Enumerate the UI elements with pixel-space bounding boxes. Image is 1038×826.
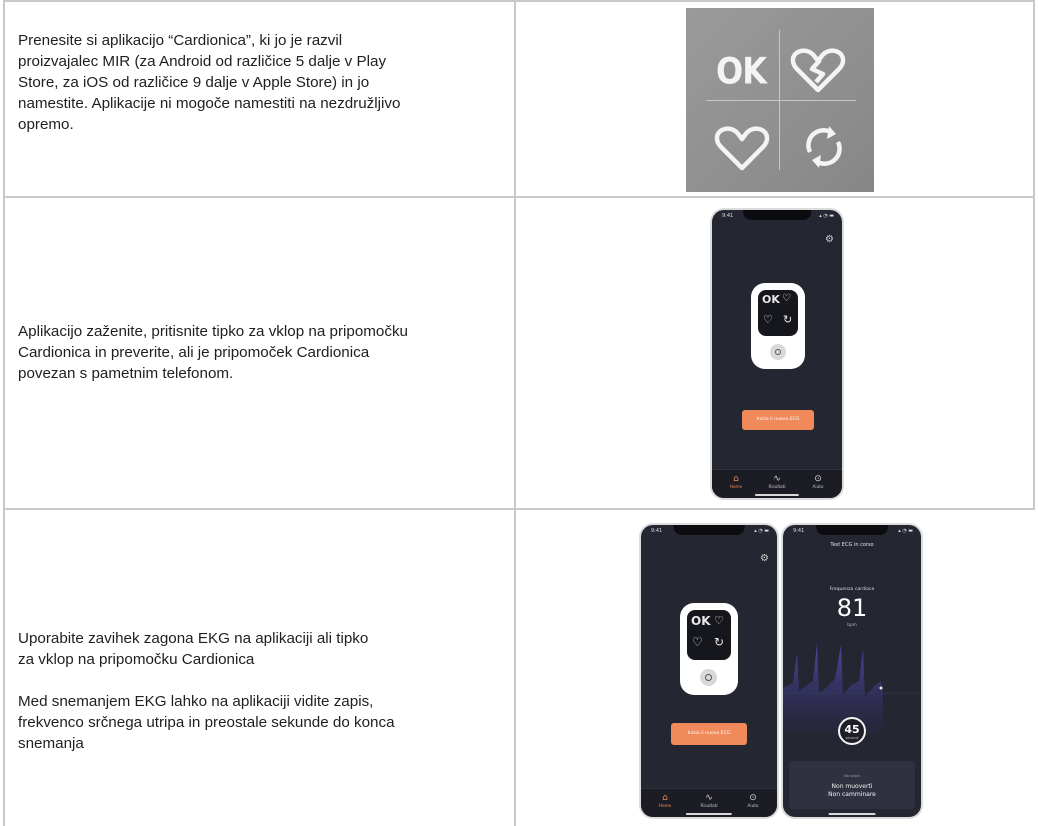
settings-gear-icon: ⚙ [760, 553, 769, 564]
table-column-divider [514, 0, 516, 826]
tab-label: Risultati [768, 484, 786, 489]
device-screen: OK ♡ ♡ ↻ [687, 610, 731, 660]
pulse-icon: ∿ [705, 793, 713, 803]
heart-rate-value: 81 [836, 594, 868, 622]
home-indicator [754, 494, 800, 496]
device-illustration: OK ♡ ♡ ↻ [751, 283, 805, 369]
status-icons: ▴ ◔ ▬ [819, 213, 834, 219]
tab-home[interactable]: ⌂ Home [722, 474, 750, 489]
text-line: Med snemanjem EKG lahko na aplikaciji vi… [18, 693, 374, 710]
settings-gear-icon: ⚙ [825, 234, 834, 245]
instruction-card-label: Istruzioni [843, 774, 861, 778]
device-status-panel-image: OK [686, 8, 874, 192]
status-icons: ▴ ◔ ▬ [754, 528, 769, 534]
text-line: za vklop na pripomočku Cardionica [18, 651, 255, 668]
heart-rate-unit: bpm [847, 622, 857, 627]
instruction-table: Prenesite si aplikacijo “Cardionica”, ki… [0, 0, 1038, 826]
help-icon: ⊙ [814, 474, 822, 484]
heart-rate-label: Frequenza cardiaca [829, 587, 875, 592]
tab-label: Aiuto [812, 484, 824, 489]
row-1-text: Prenesite si aplikacijo “Cardionica”, ki… [18, 30, 400, 135]
status-time: 9:41 [722, 213, 734, 219]
tab-results[interactable]: ∿ Risultati [763, 474, 791, 489]
seconds-remaining-timer: 45 secondi [838, 717, 866, 745]
start-ecg-button[interactable]: Inizia il nuovo ECG [671, 723, 747, 745]
home-icon: ⌂ [662, 793, 668, 803]
heart-icon [714, 126, 770, 171]
text-line: proizvajalec MIR (za Android od različic… [18, 53, 387, 70]
instruction-line-2: Non camminare [828, 791, 876, 798]
pulse-icon: ∿ [773, 474, 781, 484]
panel-divider-horizontal [706, 100, 856, 101]
start-ecg-button[interactable]: Inizia il nuovo ECG [742, 410, 814, 430]
text-line: povezan s pametnim telefonom. [18, 365, 234, 382]
device-broken-heart-icon: ♡ [714, 615, 724, 627]
seconds-label: secondi [845, 736, 859, 740]
instruction-card: Istruzioni Non muoverti Non camminare [789, 761, 915, 809]
help-icon: ⊙ [749, 793, 757, 803]
ecg-recording-screenshot: 9:41 ▴ ◔ ▬ Test ECG in corso Frequenza c… [783, 525, 921, 817]
text-line: snemanja [18, 735, 84, 752]
phone-notch [816, 525, 888, 535]
refresh-icon [806, 126, 842, 168]
device-broken-heart-icon: ♡ [782, 293, 791, 304]
tab-help[interactable]: ⊙ Aiuto [804, 474, 832, 489]
tab-label: Home [658, 803, 672, 808]
home-icon: ⌂ [733, 474, 739, 484]
table-right-border [1033, 0, 1035, 197]
app-home-screenshot-2: 9:41 ▴ ◔ ▬ ⚙ OK ♡ ♡ ↻ Inizia il nuovo EC… [641, 525, 777, 817]
tab-help[interactable]: ⊙ Aiuto [739, 793, 767, 808]
device-illustration: OK ♡ ♡ ↻ [680, 603, 738, 695]
device-power-button [700, 669, 717, 686]
device-heart-icon: ♡ [692, 635, 703, 649]
row-3-text: Uporabite zavihek zagona EKG na aplikaci… [18, 628, 395, 754]
device-heart-icon: ♡ [763, 314, 773, 326]
ok-indicator: OK [716, 49, 767, 93]
tab-results[interactable]: ∿ Risultati [695, 793, 723, 808]
status-icons: ▴ ◔ ▬ [898, 528, 913, 534]
text-line: Aplikacijo zaženite, pritisnite tipko za… [18, 323, 409, 340]
table-top-border [3, 0, 1035, 2]
seconds-value: 45 [844, 723, 860, 736]
home-indicator [685, 813, 733, 815]
device-screen: OK ♡ ♡ ↻ [758, 290, 798, 336]
device-ok-indicator: OK [762, 293, 780, 306]
table-right-border-row2 [1033, 197, 1035, 509]
text-line: Store, za iOS od različice 9 dalje v App… [18, 74, 370, 91]
tab-label: Aiuto [747, 803, 759, 808]
device-refresh-icon: ↻ [783, 314, 793, 326]
status-time: 9:41 [651, 528, 663, 534]
text-line: Cardionica in preverite, ali je pripomoč… [18, 344, 370, 361]
tab-label: Home [729, 484, 743, 489]
device-ok-indicator: OK [691, 614, 711, 628]
table-left-border [3, 0, 5, 826]
table-row-divider-2 [3, 508, 1035, 510]
broken-heart-icon [790, 48, 846, 93]
ecg-screen-title: Test ECG in corso [830, 542, 874, 548]
tab-label: Risultati [700, 803, 718, 808]
phone-notch [673, 525, 745, 535]
phone-notch [743, 210, 811, 220]
device-power-button [770, 344, 786, 360]
table-row-divider-1 [3, 196, 1035, 198]
text-line: Prenesite si aplikacijo “Cardionica”, ki… [18, 32, 343, 49]
text-line: opremo. [18, 116, 74, 133]
status-time: 9:41 [793, 528, 805, 534]
instruction-line-1: Non muoverti [831, 783, 873, 790]
text-line: Uporabite zavihek zagona EKG na aplikaci… [18, 630, 369, 647]
app-home-screenshot: 9:41 ▴ ◔ ▬ ⚙ OK ♡ ♡ ↻ Inizia il nuovo EC… [712, 210, 842, 498]
home-indicator [828, 813, 876, 815]
device-refresh-icon: ↻ [714, 635, 725, 649]
row-2-text: Aplikacijo zaženite, pritisnite tipko za… [18, 321, 408, 384]
text-line: namestite. Aplikacije ni mogoče namestit… [18, 95, 401, 112]
tab-home[interactable]: ⌂ Home [651, 793, 679, 808]
text-line: frekvenco srčnega utripa in preostale se… [18, 714, 395, 731]
